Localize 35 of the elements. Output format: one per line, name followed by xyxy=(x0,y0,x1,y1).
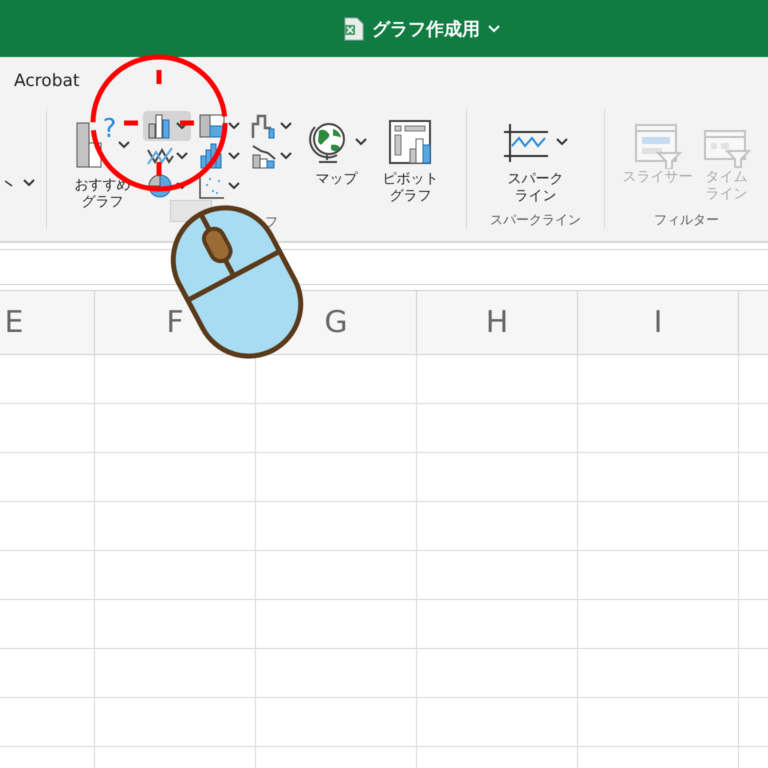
caret-icon xyxy=(176,182,188,190)
column-header[interactable]: H xyxy=(486,305,508,340)
caret-icon xyxy=(228,152,240,160)
filter-timeline-icon xyxy=(702,129,750,169)
chart-type-button[interactable] xyxy=(142,111,190,141)
group-label: フ xyxy=(265,214,278,231)
caret-icon xyxy=(280,152,292,160)
caret-icon xyxy=(228,122,240,130)
sparkline-button[interactable]: スパーク ライン xyxy=(500,111,572,207)
group-label: フィルター xyxy=(654,212,719,229)
caret-icon xyxy=(488,24,500,32)
pivot-chart-button[interactable]: ピボット グラフ xyxy=(378,111,442,207)
caret-icon xyxy=(280,122,292,130)
caret-icon xyxy=(176,152,188,160)
spreadsheet-file-icon xyxy=(344,16,364,40)
group-label: スパークライン xyxy=(490,212,581,229)
bar-chart-icon xyxy=(74,121,103,169)
caret-icon xyxy=(176,122,188,130)
caret-icon xyxy=(228,182,240,190)
caret-icon xyxy=(118,141,130,149)
sparkline-icon xyxy=(504,122,550,162)
ribbon-tab[interactable]: Acrobat xyxy=(14,71,80,91)
column-header[interactable]: E xyxy=(4,305,24,340)
pie-chart-icon xyxy=(146,172,174,200)
caret-icon xyxy=(23,179,35,187)
caret-icon xyxy=(556,138,568,146)
column-header[interactable]: I xyxy=(654,305,662,340)
hierarchy-chart-icon xyxy=(198,112,226,140)
column-header[interactable]: G xyxy=(324,305,348,340)
map-chart-button[interactable]: マップ xyxy=(302,111,370,190)
waterfall-chart-icon xyxy=(250,112,278,140)
caret-icon xyxy=(354,138,366,146)
filter-slicer-icon xyxy=(634,123,682,169)
pivot-chart-icon xyxy=(388,119,434,165)
window-title: グラフ作成用 xyxy=(372,18,480,40)
